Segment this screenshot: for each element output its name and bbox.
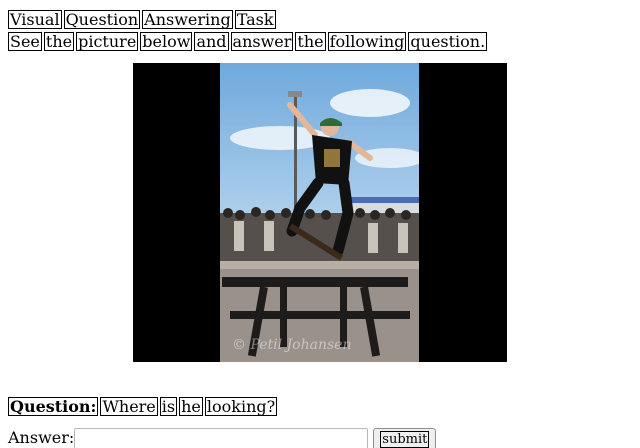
watermark: © Petil Johansen [232, 337, 351, 353]
question-label: Question: [8, 397, 99, 416]
instruction-word: the [43, 32, 75, 51]
question-image: © Petil Johansen [133, 63, 507, 362]
question-word: he [179, 397, 203, 416]
task-title: Visual Question Answering Task [8, 10, 278, 29]
instruction-word: question. [408, 32, 488, 51]
instruction-word: and [194, 32, 229, 51]
question-word: is [159, 397, 178, 416]
submit-label: submit [380, 431, 430, 448]
skateboarder-photo: © Petil Johansen [220, 63, 419, 362]
vqa-page: Visual Question Answering Task See the pictur… [0, 0, 640, 448]
instruction-word: the [295, 32, 326, 51]
task-instruction: See the picture below and answer the following q… [8, 32, 489, 51]
question-word: Where [100, 397, 158, 416]
answer-input[interactable] [74, 428, 369, 448]
crowd [220, 213, 419, 263]
question-row: Question: Where is he looking? [8, 397, 279, 416]
submit-button[interactable]: submit [373, 428, 437, 448]
title-word: Answering [142, 10, 233, 29]
title-word: Visual [8, 10, 62, 29]
instruction-word: See [8, 32, 42, 51]
title-word: Task [234, 10, 276, 29]
answer-label: Answer: [8, 428, 75, 447]
answer-row: Answer: submit [8, 428, 437, 448]
instruction-word: answer [230, 32, 294, 51]
instruction-word: below [140, 32, 193, 51]
instruction-word: picture [76, 32, 139, 51]
title-word: Question [63, 10, 141, 29]
instruction-word: following [327, 32, 407, 51]
question-word: looking? [204, 397, 278, 416]
